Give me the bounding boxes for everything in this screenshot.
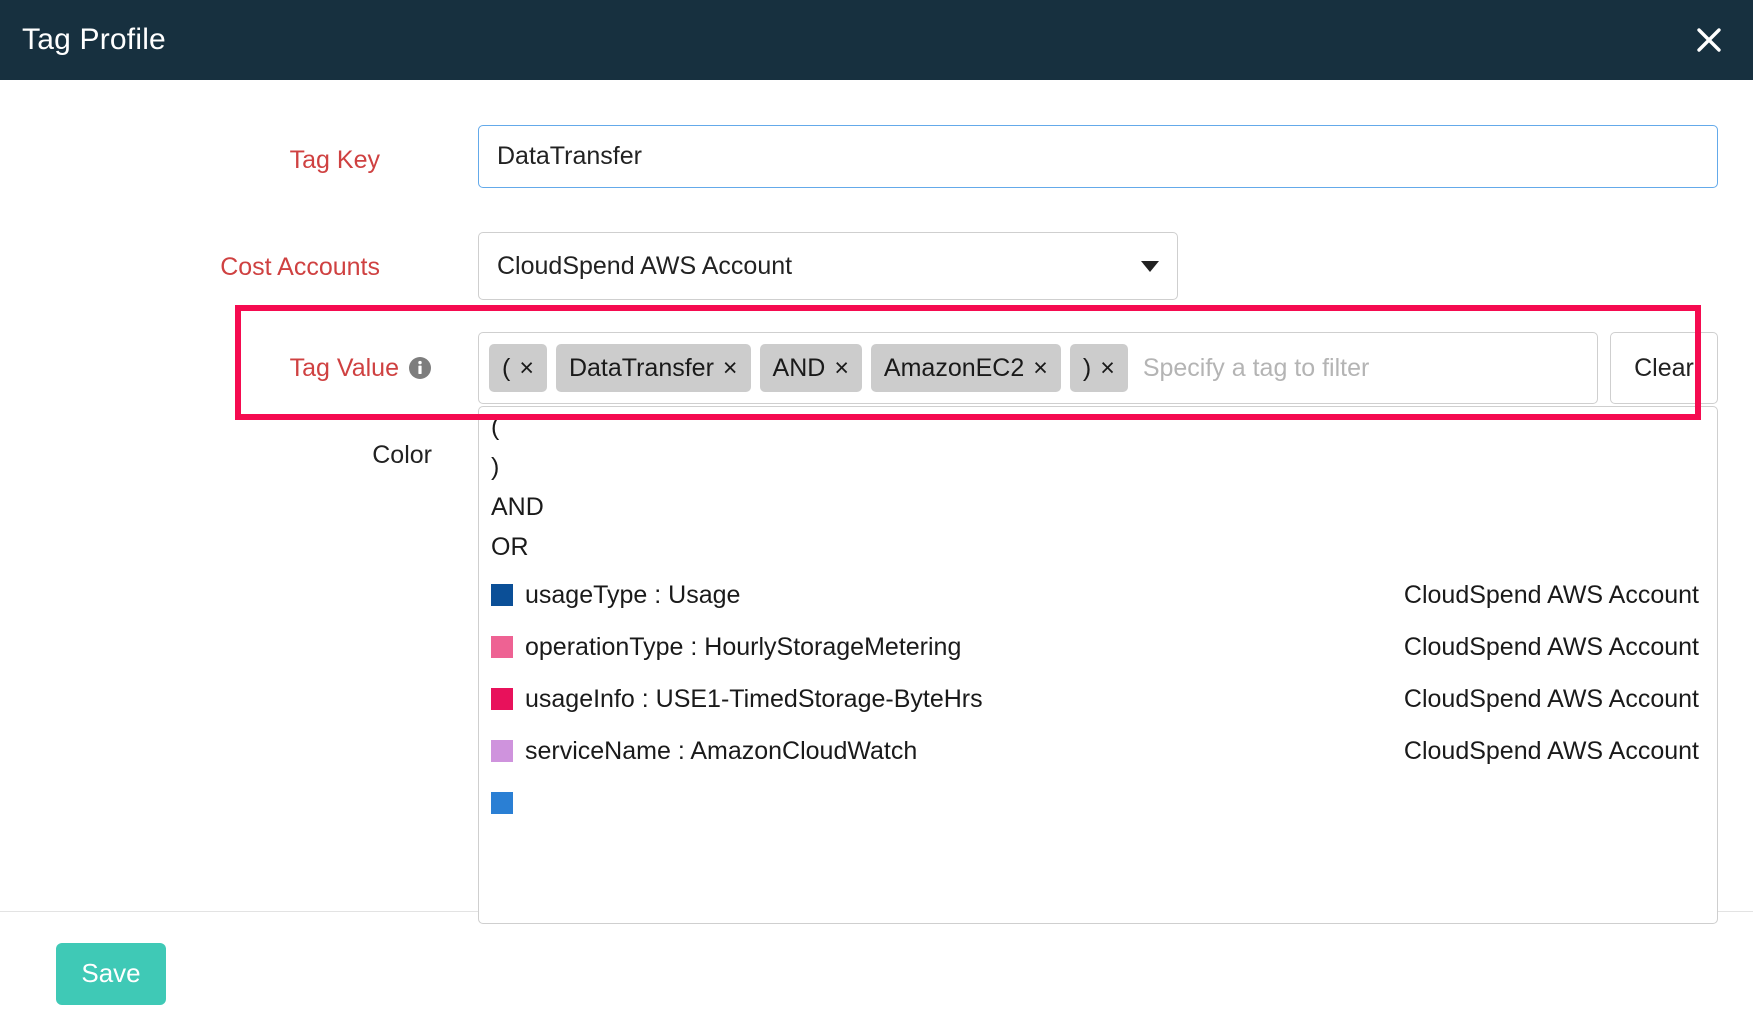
tag-value-chip[interactable]: (× [489, 344, 547, 392]
color-swatch-icon [491, 792, 513, 814]
tag-value-chip-label: DataTransfer [568, 353, 714, 382]
color-label: Color [372, 440, 432, 469]
tag-value-row: Tag Value (× DataTransfer × AND × AmazonEC2 ×)… [0, 332, 1753, 404]
tag-value-chip-label: ( [502, 353, 511, 382]
modal-footer: Save [0, 911, 1753, 1035]
dropdown-tag-label: usageType : Usage [525, 580, 741, 609]
clear-button[interactable]: Clear [1610, 332, 1718, 404]
dropdown-operator-item[interactable]: AND [479, 487, 1717, 527]
dropdown-tag-item[interactable]: usageType : Usage CloudSpend AWS Account [479, 569, 1717, 621]
chevron-down-icon [1141, 260, 1159, 272]
color-swatch-icon [491, 688, 513, 710]
dropdown-tag-item[interactable] [479, 777, 1717, 829]
save-button[interactable]: Save [56, 942, 166, 1005]
tag-value-chip[interactable]: ) × [1069, 344, 1128, 392]
dropdown-operator-item[interactable]: ( [479, 407, 1717, 447]
close-icon [1694, 25, 1724, 55]
dropdown-tag-item[interactable]: operationType : HourlyStorageMetering Clo… [479, 621, 1717, 673]
tag-key-label: Tag Key [289, 145, 380, 174]
dropdown-tag-account: CloudSpend AWS Account [1403, 684, 1699, 713]
dropdown-tag-label: operationType : HourlyStorageMetering [525, 632, 962, 661]
chip-remove-icon[interactable]: × [1033, 355, 1048, 381]
tag-value-input[interactable] [1136, 344, 1587, 392]
cost-accounts-row: Cost Accounts CloudSpend AWS Account [0, 232, 1753, 302]
tag-value-chip-label: AND [772, 353, 826, 382]
dropdown-tag-account: CloudSpend AWS Account [1403, 580, 1699, 609]
color-swatch-icon [491, 636, 513, 658]
info-icon[interactable] [408, 356, 432, 380]
dropdown-operator-label: ) [491, 452, 500, 481]
modal-body: Tag Key Cost Accounts CloudSpend AWS Acc… [0, 80, 1753, 924]
dropdown-tag-item[interactable]: usageInfo : USE1-TimedStorage-ByteHrs Clo… [479, 673, 1717, 725]
tag-key-input[interactable] [478, 125, 1718, 188]
color-swatch-icon [491, 584, 513, 606]
tag-value-token-field[interactable]: (× DataTransfer × AND × AmazonEC2 ×) × [478, 332, 1598, 404]
cost-accounts-label: Cost Accounts [220, 252, 380, 281]
tag-value-chip-label: AmazonEC2 [883, 353, 1025, 382]
cost-accounts-select[interactable]: CloudSpend AWS Account [478, 232, 1178, 300]
dropdown-operator-label: ( [491, 412, 500, 441]
page-title: Tag Profile [22, 23, 166, 56]
chip-remove-icon[interactable]: × [1100, 355, 1115, 381]
dropdown-tag-account: CloudSpend AWS Account [1403, 736, 1699, 765]
tag-value-label: Tag Value [289, 353, 399, 382]
tag-value-chip[interactable]: AmazonEC2 × [870, 344, 1061, 392]
chip-remove-icon[interactable]: × [519, 355, 534, 381]
dropdown-tag-account: CloudSpend AWS Account [1403, 632, 1699, 661]
close-button[interactable] [1687, 18, 1731, 62]
modal-header: Tag Profile [0, 0, 1753, 80]
color-swatch-icon [491, 740, 513, 762]
dropdown-tag-item[interactable]: serviceName : AmazonCloudWatch CloudSpend… [479, 725, 1717, 777]
dropdown-operator-item[interactable]: OR [479, 527, 1717, 567]
dropdown-operator-item[interactable]: ) [479, 447, 1717, 487]
dropdown-tag-label: usageInfo : USE1-TimedStorage-ByteHrs [525, 684, 983, 713]
cost-accounts-selected-value: CloudSpend AWS Account [497, 251, 793, 280]
tag-value-chip-label: ) [1082, 353, 1092, 382]
tag-key-row: Tag Key [0, 125, 1753, 195]
tag-value-chip[interactable]: AND × [759, 344, 862, 392]
tag-value-label-wrap: Tag Value [0, 332, 432, 404]
dropdown-operator-label: OR [491, 532, 529, 561]
color-row: Color [0, 435, 432, 475]
tag-profile-modal: Tag Profile Tag Key Cost Accounts CloudS… [0, 0, 1753, 1035]
chip-remove-icon[interactable]: × [723, 355, 738, 381]
tag-value-dropdown[interactable]: () AND OR usageType : Usage CloudSpend AWS A… [478, 406, 1718, 924]
dropdown-operator-label: AND [491, 492, 544, 521]
tag-value-chip[interactable]: DataTransfer × [555, 344, 751, 392]
chip-remove-icon[interactable]: × [834, 355, 849, 381]
dropdown-tag-label: serviceName : AmazonCloudWatch [525, 736, 918, 765]
